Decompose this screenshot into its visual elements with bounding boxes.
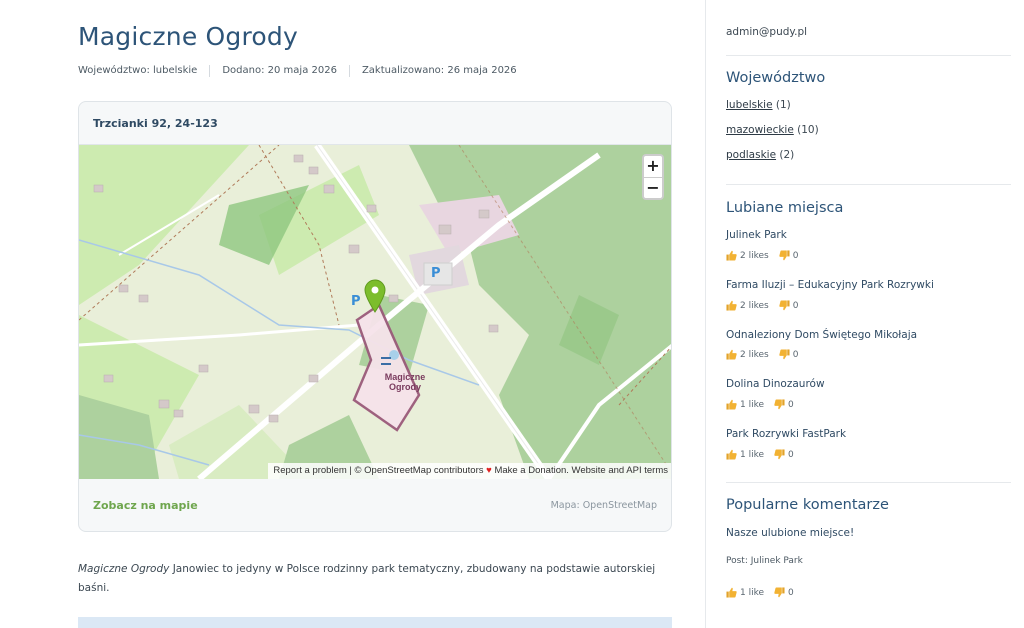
region-link[interactable]: lubelskie xyxy=(726,99,773,111)
donation-link[interactable]: Make a Donation. Website and API terms xyxy=(494,465,668,476)
comments-title: Popularne komentarze xyxy=(726,497,889,513)
place-label: Magiczne Ogrody xyxy=(375,372,435,392)
place-label-line: Magiczne xyxy=(384,372,426,382)
liked-places-title: Lubiane miejsca xyxy=(726,200,844,216)
post-meta: Województwo: lubelskie Dodano: 20 maja 2… xyxy=(78,65,517,77)
meta-added: Dodano: 20 maja 2026 xyxy=(222,65,337,76)
dislikes-count: 0 xyxy=(788,449,794,460)
liked-place-link[interactable]: Julinek Park xyxy=(726,229,787,241)
region-item: mazowieckie (10) xyxy=(726,124,819,136)
address-heading: Trzcianki 92, 24-123 xyxy=(79,102,671,145)
liked-place-link[interactable]: Dolina Dinozaurów xyxy=(726,378,825,390)
thumbs-down-icon[interactable] xyxy=(774,587,785,598)
thumbs-up-icon[interactable] xyxy=(726,300,737,311)
zoom-out-button[interactable]: − xyxy=(644,177,662,198)
dislikes-count: 0 xyxy=(788,587,794,598)
thumbs-down-icon[interactable] xyxy=(774,449,785,460)
liked-place-link[interactable]: Park Rozrywki FastPark xyxy=(726,428,846,440)
zoom-control: + − xyxy=(642,154,664,200)
likes-count: 2 likes xyxy=(740,300,769,311)
heart-icon: ♥ xyxy=(486,465,492,476)
page-title: Magiczne Ogrody xyxy=(78,22,298,51)
likes-count: 1 like xyxy=(740,399,765,410)
thumbs-down-icon[interactable] xyxy=(779,349,790,360)
comment-text[interactable]: Nasze ulubione miejsce! xyxy=(726,527,854,539)
description-lead: Magiczne Ogrody xyxy=(78,563,170,575)
map-source: Mapa: OpenStreetMap xyxy=(550,500,657,511)
museum-icon xyxy=(381,357,391,365)
thumbs-up-icon[interactable] xyxy=(726,349,737,360)
osm-copyright-link[interactable]: | © OpenStreetMap contributors xyxy=(349,465,483,476)
thumbs-up-icon[interactable] xyxy=(726,399,737,410)
parking-label: P xyxy=(351,294,361,309)
zoom-in-button[interactable]: + xyxy=(644,156,662,177)
report-problem-link[interactable]: Report a problem xyxy=(273,465,346,476)
article-image xyxy=(78,617,672,628)
region-link[interactable]: podlaskie xyxy=(726,149,776,161)
comment-post: Post: Julinek Park xyxy=(726,556,803,566)
likes-count: 1 like xyxy=(740,449,765,460)
map-card: Trzcianki 92, 24-123 P P Magiczne Ogrody… xyxy=(78,101,672,532)
meta-separator xyxy=(348,65,350,77)
divider xyxy=(726,184,1011,185)
map-marker-icon[interactable] xyxy=(364,279,386,313)
region-count: (1) xyxy=(775,99,791,111)
divider xyxy=(726,55,1011,56)
dislikes-count: 0 xyxy=(788,399,794,410)
thumbs-down-icon[interactable] xyxy=(779,250,790,261)
meta-region: Województwo: lubelskie xyxy=(78,65,198,76)
map-card-footer: Zobacz na mapie Mapa: OpenStreetMap xyxy=(79,479,671,531)
sidebar: admin@pudy.pl Województwo lubelskie (1) … xyxy=(705,0,1024,628)
likes-count: 2 likes xyxy=(740,349,769,360)
thumbs-up-icon[interactable] xyxy=(726,449,737,460)
meta-separator xyxy=(209,65,211,77)
map-view[interactable]: P P Magiczne Ogrody + − Report a problem… xyxy=(79,145,671,479)
dislikes-count: 0 xyxy=(792,349,799,360)
dislikes-count: 0 xyxy=(792,250,799,261)
parking-label: P xyxy=(431,266,441,281)
meta-updated: Zaktualizowano: 26 maja 2026 xyxy=(361,65,517,76)
vote-counts: 1 like 0 xyxy=(726,449,794,460)
contact-email[interactable]: admin@pudy.pl xyxy=(726,26,1011,38)
thumbs-down-icon[interactable] xyxy=(779,300,790,311)
region-link[interactable]: mazowieckie xyxy=(726,124,794,136)
liked-place-link[interactable]: Odnaleziony Dom Świętego Mikołaja xyxy=(726,329,917,341)
region-item: podlaskie (2) xyxy=(726,149,794,161)
thumbs-down-icon[interactable] xyxy=(774,399,785,410)
divider xyxy=(726,482,1011,483)
likes-count: 2 likes xyxy=(740,250,769,261)
place-description: Magiczne Ogrody Janowiec to jedyny w Pol… xyxy=(78,560,672,598)
place-label-line: Ogrody xyxy=(388,382,421,392)
regions-title: Województwo xyxy=(726,70,826,86)
vote-counts: 1 like 0 xyxy=(726,399,794,410)
likes-count: 1 like xyxy=(740,587,765,598)
region-count: (2) xyxy=(779,149,795,161)
thumbs-up-icon[interactable] xyxy=(726,587,737,598)
map-attribution: Report a problem | © OpenStreetMap contr… xyxy=(268,463,671,479)
see-on-map-link[interactable]: Zobacz na mapie xyxy=(93,499,198,512)
region-count: (10) xyxy=(797,124,819,136)
thumbs-up-icon[interactable] xyxy=(726,250,737,261)
vote-counts: 1 like 0 xyxy=(726,587,794,598)
region-item: lubelskie (1) xyxy=(726,99,791,111)
dislikes-count: 0 xyxy=(792,300,799,311)
vote-counts: 2 likes 0 xyxy=(726,300,798,311)
vote-counts: 2 likes 0 xyxy=(726,250,798,261)
liked-place-link[interactable]: Farma Iluzji – Edukacyjny Park Rozrywki xyxy=(726,279,934,291)
vote-counts: 2 likes 0 xyxy=(726,349,798,360)
